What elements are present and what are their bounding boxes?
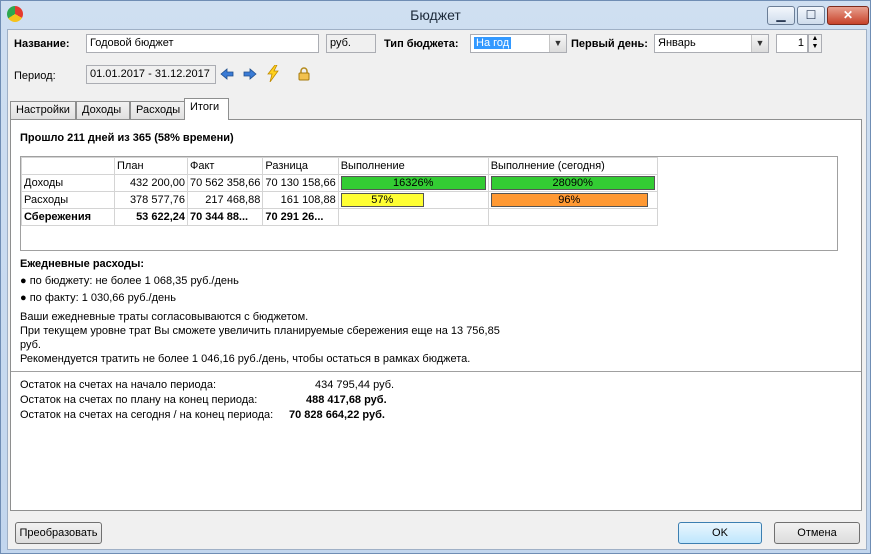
tab-totals[interactable]: Итоги — [184, 98, 229, 120]
fact-cell: 70 562 358,66 — [186, 174, 264, 192]
execution-today-bar: 96% — [490, 193, 648, 207]
balance-plan-value: 488 417,68 руб. — [306, 394, 387, 406]
execution-bar: 16326% — [340, 176, 486, 190]
note-line: Рекомендуется тратить не более 1 046,16 … — [20, 353, 471, 365]
execution-today-bar: 28090% — [490, 176, 655, 190]
row-name: Доходы — [21, 174, 115, 192]
first-day-month-select[interactable]: Январь ▼ — [654, 34, 769, 53]
column-header: Выполнение (сегодня) — [487, 157, 658, 175]
lightning-icon[interactable] — [266, 65, 280, 82]
note-line: При текущем уровне трат Вы сможете увели… — [20, 325, 500, 337]
daily-fact-text: ● по факту: 1 030,66 руб./день — [20, 292, 176, 304]
daily-budget-text: ● по бюджету: не более 1 068,35 руб./ден… — [20, 275, 239, 287]
column-header — [21, 157, 115, 175]
execution-cell: 16326% — [337, 174, 489, 192]
plan-cell: 378 577,76 — [114, 191, 188, 209]
budget-type-label: Тип бюджета: — [384, 38, 459, 50]
lock-icon[interactable] — [298, 67, 310, 81]
ok-button[interactable]: OK — [678, 522, 762, 544]
title-bar[interactable]: Бюджет ▁ ☐ ✕ — [1, 1, 870, 29]
table-header-row: План Факт Разница Выполнение Выполнение … — [21, 157, 658, 175]
execution-cell: 57% — [337, 191, 489, 209]
first-day-month-value: Январь — [658, 37, 696, 49]
close-button[interactable]: ✕ — [827, 6, 869, 25]
period-field[interactable]: 01.01.2017 - 31.12.2017 — [86, 65, 216, 84]
totals-panel: Прошло 211 дней из 365 (58% времени) Пла… — [10, 119, 862, 511]
tab-settings[interactable]: Настройки — [10, 101, 76, 119]
column-header: План — [114, 157, 188, 175]
diff-cell: 70 291 26... — [262, 208, 339, 226]
budget-type-value: На год — [474, 37, 512, 49]
arrow-right-icon[interactable] — [243, 68, 257, 80]
budget-type-select[interactable]: На год ▼ — [470, 34, 567, 53]
arrow-left-icon[interactable] — [220, 68, 234, 80]
name-label: Название: — [14, 38, 70, 50]
note-line: Ваши ежедневные траты согласовываются с … — [20, 311, 309, 323]
daily-title: Ежедневные расходы: — [20, 258, 145, 270]
chevron-down-icon[interactable]: ▼ — [549, 35, 566, 52]
maximize-button[interactable]: ☐ — [797, 6, 825, 25]
row-name: Расходы — [21, 191, 115, 209]
dialog-body: Название: Годовой бюджет руб. Тип бюджет… — [7, 29, 867, 550]
execution-cell — [337, 208, 489, 226]
execution-today-cell — [487, 208, 658, 226]
table-row[interactable]: Сбережения 53 622,24 70 344 88... 70 291… — [21, 208, 658, 226]
balance-start-value: 434 795,44 руб. — [315, 379, 395, 391]
plan-cell: 53 622,24 — [114, 208, 188, 226]
column-header: Факт — [186, 157, 264, 175]
diff-cell: 161 108,88 — [262, 191, 339, 209]
balance-today-value: 70 828 664,22 руб. — [289, 409, 385, 421]
execution-today-cell: 28090% — [487, 174, 658, 192]
note-line: руб. — [20, 339, 41, 351]
name-input[interactable]: Годовой бюджет — [86, 34, 319, 53]
spin-updown-icon[interactable]: ▲ ▼ — [808, 34, 822, 53]
balance-today-label: Остаток на счетах на сегодня / на конец … — [20, 409, 274, 421]
tab-income[interactable]: Доходы — [76, 101, 130, 119]
balance-start-label: Остаток на счетах на начало периода: — [20, 379, 217, 391]
balance-plan-label: Остаток на счетах по плану на конец пери… — [20, 394, 258, 406]
first-day-number-input[interactable]: 1 — [776, 34, 808, 53]
table-row[interactable]: Расходы 378 577,76 217 468,88 161 108,88… — [21, 191, 658, 209]
first-day-label: Первый день: — [571, 38, 648, 50]
plan-cell: 432 200,00 — [114, 174, 188, 192]
cancel-button[interactable]: Отмена — [774, 522, 860, 544]
window-title: Бюджет — [410, 7, 461, 23]
diff-cell: 70 130 158,66 — [262, 174, 339, 192]
fact-cell: 70 344 88... — [186, 208, 264, 226]
table-row[interactable]: Доходы 432 200,00 70 562 358,66 70 130 1… — [21, 174, 658, 192]
currency-field[interactable]: руб. — [326, 34, 376, 53]
chevron-down-icon[interactable]: ▼ — [751, 35, 768, 52]
summary-grid: План Факт Разница Выполнение Выполнение … — [20, 156, 838, 251]
minimize-button[interactable]: ▁ — [767, 6, 795, 25]
convert-button[interactable]: Преобразовать — [15, 522, 102, 544]
column-header: Разница — [262, 157, 339, 175]
column-header: Выполнение — [337, 157, 489, 175]
execution-today-cell: 96% — [487, 191, 658, 209]
elapsed-text: Прошло 211 дней из 365 (58% времени) — [20, 132, 234, 144]
tab-expenses[interactable]: Расходы — [130, 101, 185, 119]
fact-cell: 217 468,88 — [186, 191, 264, 209]
period-label: Период: — [14, 70, 56, 82]
budget-window: Бюджет ▁ ☐ ✕ Название: Годовой бюджет ру… — [0, 0, 871, 554]
divider — [11, 371, 861, 372]
execution-bar: 57% — [340, 193, 424, 207]
row-name: Сбережения — [21, 208, 115, 226]
